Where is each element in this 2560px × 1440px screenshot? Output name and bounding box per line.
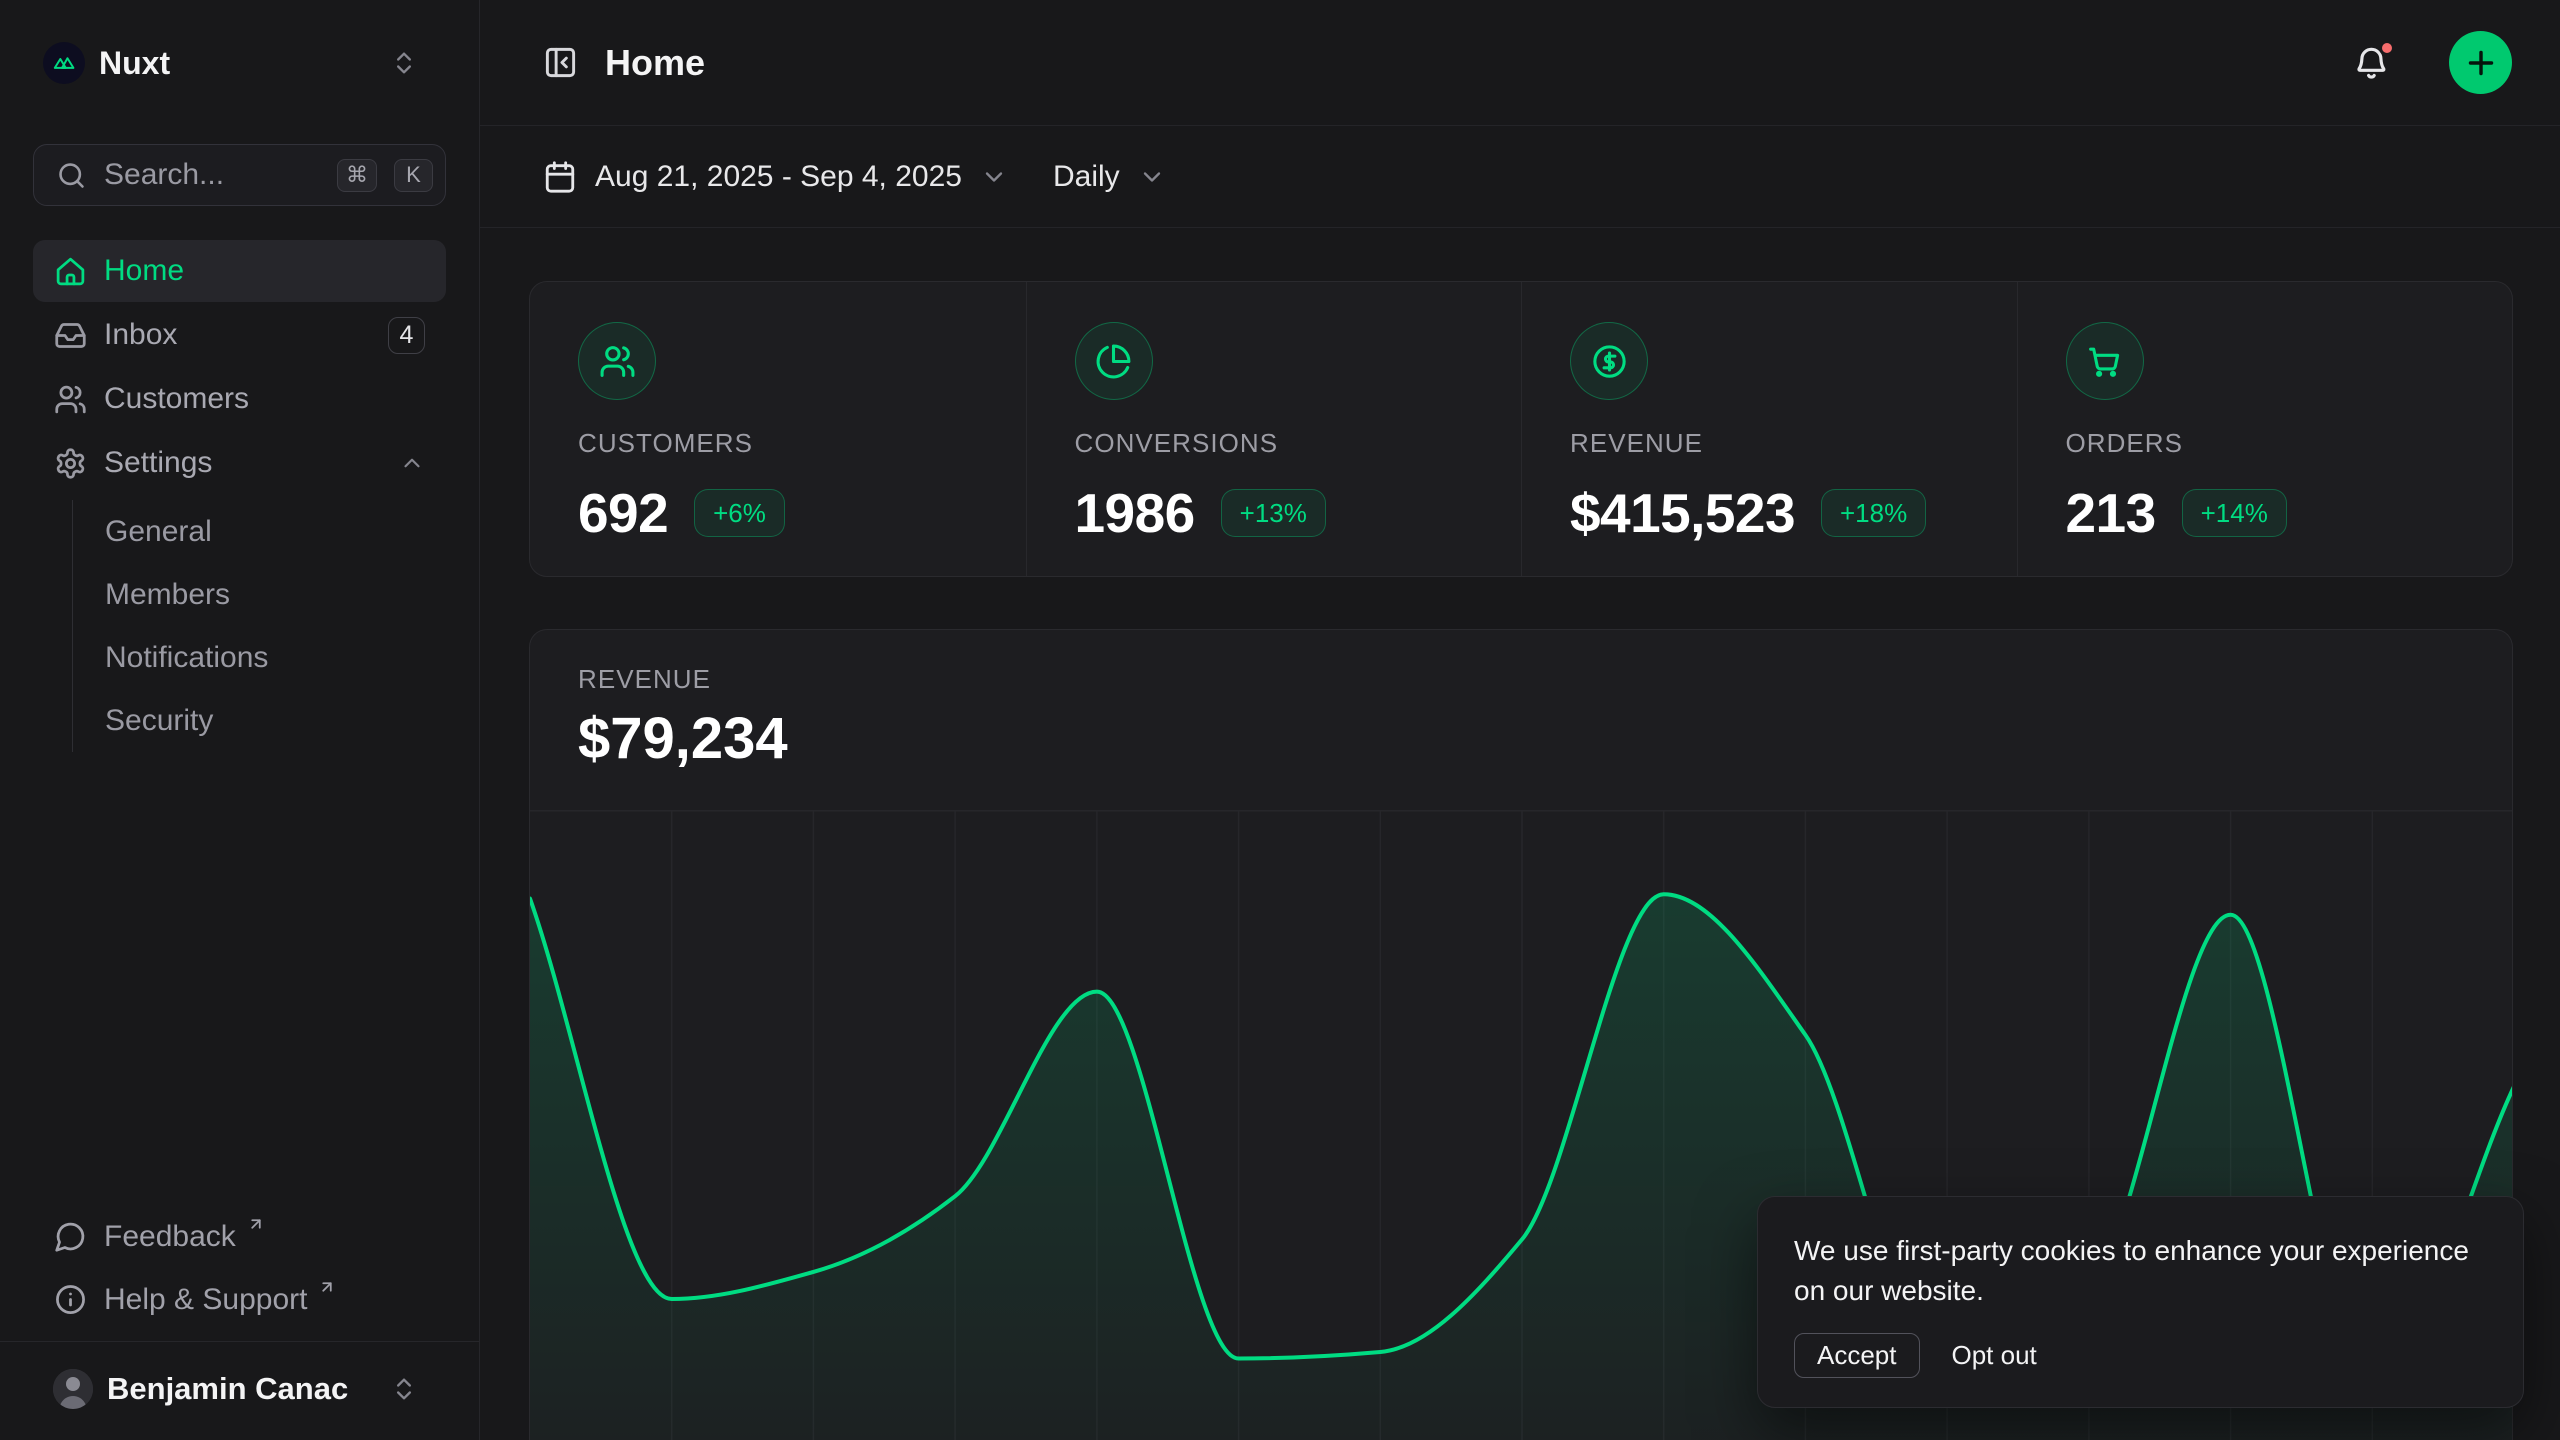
notifications-button[interactable] xyxy=(2352,43,2392,83)
user-menu[interactable]: Benjamin Canac xyxy=(33,1356,446,1422)
page-title: Home xyxy=(605,42,2325,84)
revenue-chart-label: REVENUE xyxy=(578,664,2464,695)
search-input[interactable]: Search... ⌘ K xyxy=(33,144,446,206)
sidebar-item-members[interactable]: Members xyxy=(105,563,446,626)
date-range-picker[interactable]: Aug 21, 2025 - Sep 4, 2025 xyxy=(543,160,1008,194)
inbox-icon xyxy=(54,319,87,352)
users-icon xyxy=(54,383,87,416)
stat-delta-badge: +13% xyxy=(1221,489,1326,537)
stat-delta-badge: +18% xyxy=(1821,489,1926,537)
stat-card-conversions[interactable]: CONVERSIONS 1986 +13% xyxy=(1026,282,1522,577)
stat-delta-badge: +6% xyxy=(694,489,785,537)
granularity-select[interactable]: Daily xyxy=(1053,160,1166,194)
date-range-value: Aug 21, 2025 - Sep 4, 2025 xyxy=(595,160,962,194)
accept-button[interactable]: Accept xyxy=(1794,1333,1920,1378)
sidebar-item-home[interactable]: Home xyxy=(33,240,446,302)
chevrons-up-down-icon xyxy=(390,49,418,77)
opt-out-button[interactable]: Opt out xyxy=(1952,1340,2037,1371)
stat-card-revenue[interactable]: REVENUE $415,523 +18% xyxy=(1521,282,2017,577)
avatar xyxy=(53,1369,93,1409)
sidebar: Nuxt Search... ⌘ K Home xyxy=(0,0,480,1440)
inbox-count-badge: 4 xyxy=(388,317,425,354)
search-placeholder: Search... xyxy=(104,158,320,192)
sidebar-item-general[interactable]: General xyxy=(105,500,446,563)
page-header: Home xyxy=(480,0,2560,126)
sidebar-item-label: Customers xyxy=(104,382,249,416)
stat-value: 213 xyxy=(2066,481,2156,545)
chevron-down-icon xyxy=(1138,163,1166,191)
pie-chart-icon xyxy=(1075,322,1153,400)
chevron-up-icon xyxy=(399,450,425,476)
stat-label: CUSTOMERS xyxy=(578,428,978,459)
sidebar-item-settings[interactable]: Settings xyxy=(33,432,446,494)
search-icon xyxy=(56,160,87,191)
feedback-label: Feedback xyxy=(104,1220,236,1254)
users-icon xyxy=(578,322,656,400)
add-button[interactable] xyxy=(2449,31,2512,94)
collapse-sidebar-button[interactable] xyxy=(543,45,578,80)
workspace-switcher[interactable]: Nuxt xyxy=(33,42,446,84)
stat-label: REVENUE xyxy=(1570,428,1969,459)
sidebar-item-label: Home xyxy=(104,254,184,288)
help-support-label: Help & Support xyxy=(104,1283,307,1317)
user-name: Benjamin Canac xyxy=(107,1371,376,1407)
external-link-icon xyxy=(318,1278,336,1296)
help-support-link[interactable]: Help & Support xyxy=(33,1268,446,1331)
info-circle-icon xyxy=(54,1283,87,1316)
stats-grid: CUSTOMERS 692 +6% CONVERSIONS 1986 +13% xyxy=(529,281,2513,577)
stat-value: $415,523 xyxy=(1570,481,1795,545)
stat-value: 1986 xyxy=(1075,481,1195,545)
revenue-chart-value: $79,234 xyxy=(578,705,2464,772)
stat-label: CONVERSIONS xyxy=(1075,428,1474,459)
sidebar-item-label: Inbox xyxy=(104,318,177,352)
kbd-cmd: ⌘ xyxy=(337,159,377,192)
calendar-icon xyxy=(543,160,577,194)
workspace-name: Nuxt xyxy=(99,45,376,82)
stat-label: ORDERS xyxy=(2066,428,2465,459)
stat-delta-badge: +14% xyxy=(2182,489,2287,537)
message-bubble-icon xyxy=(54,1220,87,1253)
sidebar-item-notifications[interactable]: Notifications xyxy=(105,626,446,689)
sidebar-item-customers[interactable]: Customers xyxy=(33,368,446,430)
cookie-message: We use first-party cookies to enhance yo… xyxy=(1794,1231,2487,1311)
sidebar-item-label: Settings xyxy=(104,446,212,480)
house-icon xyxy=(54,255,87,288)
filters-toolbar: Aug 21, 2025 - Sep 4, 2025 Daily xyxy=(480,126,2560,228)
sidebar-item-security[interactable]: Security xyxy=(105,689,446,752)
external-link-icon xyxy=(247,1215,265,1233)
nuxt-logo-icon xyxy=(43,42,85,84)
sidebar-footer: Feedback Help & Support xyxy=(33,1205,446,1341)
sidebar-nav: Home Inbox 4 Customers xyxy=(33,240,446,752)
granularity-value: Daily xyxy=(1053,160,1120,194)
plus-icon xyxy=(2463,45,2499,81)
kbd-k: K xyxy=(394,159,433,192)
chevrons-up-down-icon xyxy=(390,1375,418,1403)
stat-card-customers[interactable]: CUSTOMERS 692 +6% xyxy=(530,282,1026,577)
notification-dot xyxy=(2379,40,2395,56)
cookie-banner: We use first-party cookies to enhance yo… xyxy=(1757,1196,2524,1408)
sidebar-item-inbox[interactable]: Inbox 4 xyxy=(33,304,446,366)
stat-value: 692 xyxy=(578,481,668,545)
dollar-circle-icon xyxy=(1570,322,1648,400)
stat-card-orders[interactable]: ORDERS 213 +14% xyxy=(2017,282,2513,577)
chevron-down-icon xyxy=(980,163,1008,191)
gear-icon xyxy=(54,447,87,480)
settings-submenu: General Members Notifications Security xyxy=(72,500,446,752)
feedback-link[interactable]: Feedback xyxy=(33,1205,446,1268)
cart-icon xyxy=(2066,322,2144,400)
